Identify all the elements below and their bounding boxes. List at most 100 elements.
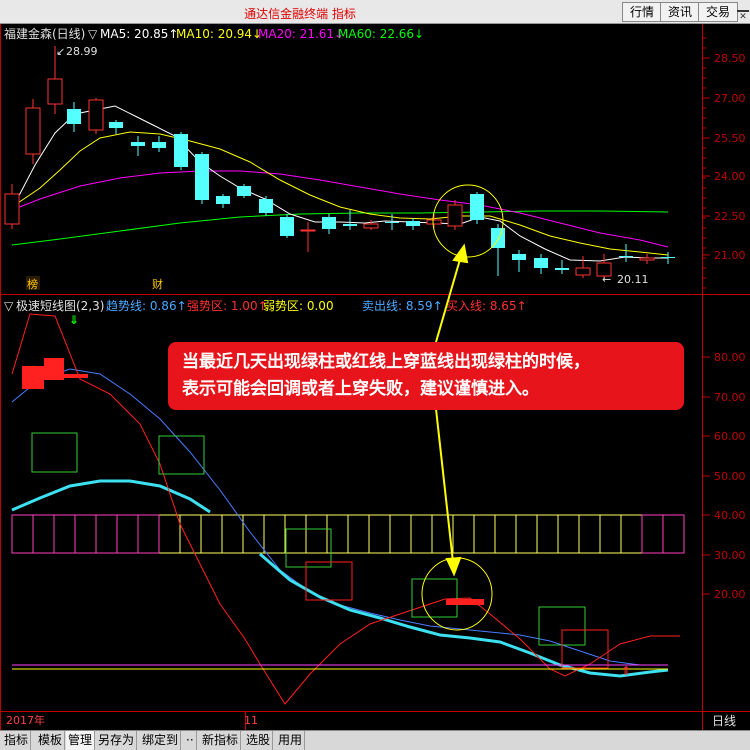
quotes-button[interactable]: 行情 xyxy=(622,2,662,22)
candle-body-down xyxy=(280,217,294,236)
zone-bar xyxy=(641,514,664,554)
ma10-line xyxy=(11,131,669,256)
bind-to-menu[interactable]: 绑定到 xyxy=(140,731,182,750)
candle-body-down xyxy=(406,221,420,226)
indicator-label-0: 趋势线: 0.86↑ xyxy=(106,299,187,313)
zone-bar xyxy=(368,514,391,554)
zone-bar xyxy=(515,514,538,554)
month-label: 11 xyxy=(244,714,258,727)
candle-body-down xyxy=(343,224,357,226)
annotation-callout: 当最近几天出现绿柱或红线上穿蓝线出现绿柱的时候， 表示可能会回调或者上穿失败，建… xyxy=(168,342,684,410)
title-bar: 通达信金融终端 指标 行情 资讯 交易 ✕ xyxy=(0,0,750,24)
zone-bar xyxy=(158,514,181,554)
candle-body-up xyxy=(300,229,316,232)
zone-bar xyxy=(347,514,370,554)
down-arrow-icon: ⇓ xyxy=(69,313,79,327)
ma-label-1: MA10: 20.94↓ xyxy=(176,27,262,41)
candle-body-up xyxy=(426,219,442,225)
candle-body-up xyxy=(25,107,41,155)
indicator-tick-label: 80.00 xyxy=(714,351,746,364)
candle-body-down xyxy=(385,222,399,223)
candle-body-up xyxy=(47,78,63,105)
ma-label-3: MA60: 22.66↓ xyxy=(338,27,424,41)
ma60-line xyxy=(11,210,669,246)
indicator-menu[interactable]: 指标 xyxy=(2,731,32,750)
candle-body-down xyxy=(174,134,188,167)
price-tick-label: 25.50 xyxy=(714,132,746,145)
ma-label-0: MA5: 20.85↑ xyxy=(100,27,178,41)
sell-line xyxy=(11,479,211,514)
collapse-icon[interactable]: ▽ xyxy=(88,27,98,41)
new-indicator-menu[interactable]: 新指标 xyxy=(200,731,242,750)
manage-menu[interactable]: 管理 xyxy=(66,731,96,750)
indicator-axis: 80.00 70.00 60.00 50.00 40.00 30.00 20.00 xyxy=(703,351,746,601)
price-tick-label: 28.50 xyxy=(714,52,746,65)
candle-body-down xyxy=(619,256,633,257)
period-label[interactable]: 日线 xyxy=(712,714,736,728)
candle-body-down xyxy=(195,154,209,200)
candle-body-down xyxy=(109,122,123,128)
indicator-tick-label: 70.00 xyxy=(714,391,746,404)
annotation-line-1: 当最近几天出现绿柱或红线上穿蓝线出现绿柱的时候， xyxy=(182,352,590,372)
zone-bar xyxy=(599,514,622,554)
zone-bar xyxy=(242,514,265,554)
collapse-icon-indicator[interactable]: ▽ xyxy=(4,299,14,313)
indicator-label-1: 强势区: 1.00↑ xyxy=(187,299,268,313)
minimize-icon[interactable] xyxy=(737,4,749,12)
use-menu[interactable]: 用用 xyxy=(276,731,306,750)
zone-bar xyxy=(11,514,34,554)
zone-bar xyxy=(473,514,496,554)
candle-body-down xyxy=(259,199,273,213)
low-price-value: 20.11 xyxy=(617,273,649,286)
zone-bar xyxy=(557,514,580,554)
candle-body-up xyxy=(639,257,655,261)
rank-marker[interactable]: 榜 xyxy=(27,277,38,291)
indicator-tick-label: 40.00 xyxy=(714,509,746,522)
indicator-label-3: 卖出线: 8.59↑ xyxy=(362,299,443,313)
trade-button[interactable]: 交易 xyxy=(698,2,738,22)
save-as-menu[interactable]: 另存为 xyxy=(96,731,138,750)
candle-body-up xyxy=(575,267,591,276)
ma-label-2: MA20: 21.61↓ xyxy=(258,27,344,41)
price-tick-label: 27.00 xyxy=(714,92,746,105)
ma20-line xyxy=(11,170,669,248)
zone-bar xyxy=(74,514,97,554)
high-price-value: 28.99 xyxy=(66,45,98,58)
zone-bar xyxy=(620,514,643,554)
indicator-label-4: 买入线: 8.65↑ xyxy=(446,299,527,313)
indicator-label-2: 弱势区: 0.00 xyxy=(263,299,334,313)
news-button[interactable]: 资讯 xyxy=(660,2,700,22)
high-price-label: ↙ xyxy=(56,45,65,58)
finance-marker[interactable]: 财 xyxy=(152,277,163,291)
stock-select-menu[interactable]: 选股 xyxy=(244,731,274,750)
zone-bar xyxy=(578,514,601,554)
price-axis: 28.50 27.00 25.50 24.00 22.50 21.00 xyxy=(703,37,746,289)
zone-bar xyxy=(95,514,118,554)
indicator-tick-label: 50.00 xyxy=(714,470,746,483)
zone-bar xyxy=(284,514,307,554)
candle-body-up xyxy=(363,223,379,229)
price-tick-label: 24.00 xyxy=(714,170,746,183)
zone-bar xyxy=(494,514,517,554)
zone-bar xyxy=(305,514,328,554)
low-price-arrow: ← xyxy=(602,273,611,286)
candlesticks xyxy=(4,46,675,278)
indicator-tick-label: 30.00 xyxy=(714,549,746,562)
zone-bar xyxy=(221,514,244,554)
zone-bar xyxy=(326,514,349,554)
template-menu[interactable]: 模板 xyxy=(36,731,66,750)
price-tick-label: 21.00 xyxy=(714,249,746,262)
indicator-tick-label: 20.00 xyxy=(714,588,746,601)
sell-line-lower xyxy=(259,552,669,678)
candle-body-down xyxy=(152,142,166,148)
annotation-line-2: 表示可能会回调或者上穿失败，建议谨慎进入。 xyxy=(182,379,539,399)
candle-body-down xyxy=(237,186,251,196)
more-menu[interactable]: ·· xyxy=(184,731,197,750)
zone-bar xyxy=(32,514,55,554)
zone-bar xyxy=(389,514,412,554)
zone-bar xyxy=(53,514,76,554)
status-bar: 指标 模板 管理 另存为 绑定到 ·· 新指标 选股 用用 xyxy=(0,730,750,750)
callout-arrows xyxy=(435,243,469,577)
close-icon[interactable]: ✕ xyxy=(737,13,749,22)
candle-body-down xyxy=(534,258,548,268)
